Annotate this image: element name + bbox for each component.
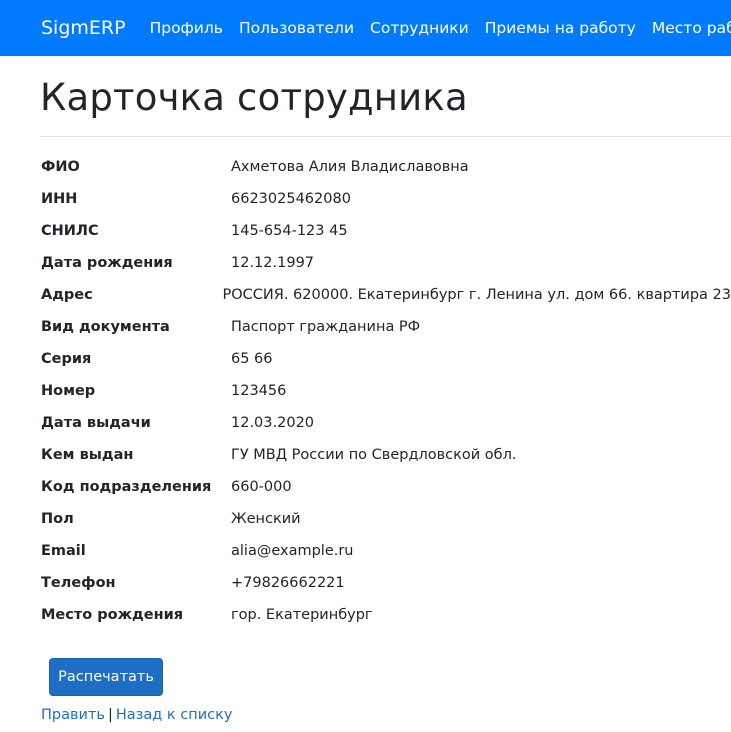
nav-link-profile[interactable]: Профиль bbox=[150, 19, 223, 37]
detail-value: 660-000 bbox=[231, 479, 292, 495]
print-button[interactable]: Распечатать bbox=[49, 658, 163, 696]
nav-links: Профиль Пользователи Сотрудники Приемы н… bbox=[150, 19, 731, 37]
detail-label: Номер bbox=[41, 383, 96, 399]
detail-value: 145-654-123 45 bbox=[231, 223, 348, 239]
detail-label: Место рождения bbox=[41, 607, 184, 623]
detail-label: Серия bbox=[41, 351, 92, 367]
detail-row-issue-date: Дата выдачи 12.03.2020 bbox=[41, 407, 731, 439]
detail-row-department-code: Код подразделения 660-000 bbox=[41, 471, 731, 503]
nav-link-users[interactable]: Пользователи bbox=[239, 19, 354, 37]
detail-value: 12.03.2020 bbox=[231, 415, 315, 431]
detail-value: 123456 bbox=[231, 383, 287, 399]
edit-link[interactable]: Править bbox=[41, 707, 105, 723]
detail-row-full-name: ФИО Ахметова Алия Владиславовна bbox=[41, 151, 731, 183]
link-separator: | bbox=[107, 707, 113, 723]
title-divider bbox=[40, 136, 731, 137]
detail-label: Телефон bbox=[41, 575, 116, 591]
footer-links: Править | Назад к списку bbox=[41, 707, 232, 723]
detail-row-number: Номер 123456 bbox=[41, 375, 731, 407]
detail-row-email: Email alia@example.ru bbox=[41, 535, 731, 567]
detail-label: Вид документа bbox=[41, 319, 170, 335]
back-to-list-link[interactable]: Назад к списку bbox=[116, 707, 233, 723]
detail-label: ФИО bbox=[41, 159, 80, 175]
detail-label: Адрес bbox=[41, 287, 93, 303]
detail-value: гор. Екатеринбург bbox=[231, 607, 373, 623]
detail-value: +79826662221 bbox=[231, 575, 345, 591]
detail-label: Код подразделения bbox=[41, 479, 212, 495]
detail-label: СНИЛС bbox=[41, 223, 99, 239]
detail-value: Женский bbox=[231, 511, 301, 527]
detail-label: Дата рождения bbox=[41, 255, 173, 271]
detail-row-address: Адрес РОССИЯ. 620000. Екатеринбург г. Ле… bbox=[41, 279, 731, 311]
detail-row-birth-date: Дата рождения 12.12.1997 bbox=[41, 247, 731, 279]
detail-value: 6623025462080 bbox=[231, 191, 351, 207]
detail-row-birth-place: Место рождения гор. Екатеринбург bbox=[41, 599, 731, 631]
detail-label: Дата выдачи bbox=[41, 415, 151, 431]
detail-value: РОССИЯ. 620000. Екатеринбург г. Ленина у… bbox=[222, 287, 731, 303]
nav-link-employees[interactable]: Сотрудники bbox=[370, 19, 469, 37]
detail-value: Ахметова Алия Владиславовна bbox=[231, 159, 469, 175]
detail-row-snils: СНИЛС 145-654-123 45 bbox=[41, 215, 731, 247]
nav-link-workplace[interactable]: Место работы bbox=[652, 19, 731, 37]
detail-value: 12.12.1997 bbox=[231, 255, 315, 271]
brand-logo[interactable]: SigmERP bbox=[41, 17, 126, 39]
detail-value: alia@example.ru bbox=[231, 543, 354, 559]
detail-label: Email bbox=[41, 543, 86, 559]
page-title: Карточка сотрудника bbox=[40, 76, 468, 119]
detail-label: Пол bbox=[41, 511, 74, 527]
detail-row-document-type: Вид документа Паспорт гражданина РФ bbox=[41, 311, 731, 343]
detail-row-phone: Телефон +79826662221 bbox=[41, 567, 731, 599]
detail-label: Кем выдан bbox=[41, 447, 134, 463]
nav-link-hirings[interactable]: Приемы на работу bbox=[485, 19, 636, 37]
top-navbar: SigmERP Профиль Пользователи Сотрудники … bbox=[0, 0, 731, 56]
detail-value: Паспорт гражданина РФ bbox=[231, 319, 421, 335]
detail-row-issued-by: Кем выдан ГУ МВД России по Свердловской … bbox=[41, 439, 731, 471]
detail-row-inn: ИНН 6623025462080 bbox=[41, 183, 731, 215]
detail-row-series: Серия 65 66 bbox=[41, 343, 731, 375]
detail-value: ГУ МВД России по Свердловской обл. bbox=[231, 447, 517, 463]
detail-row-gender: Пол Женский bbox=[41, 503, 731, 535]
detail-value: 65 66 bbox=[231, 351, 273, 367]
detail-label: ИНН bbox=[41, 191, 78, 207]
employee-details: ФИО Ахметова Алия Владиславовна ИНН 6623… bbox=[41, 151, 731, 631]
